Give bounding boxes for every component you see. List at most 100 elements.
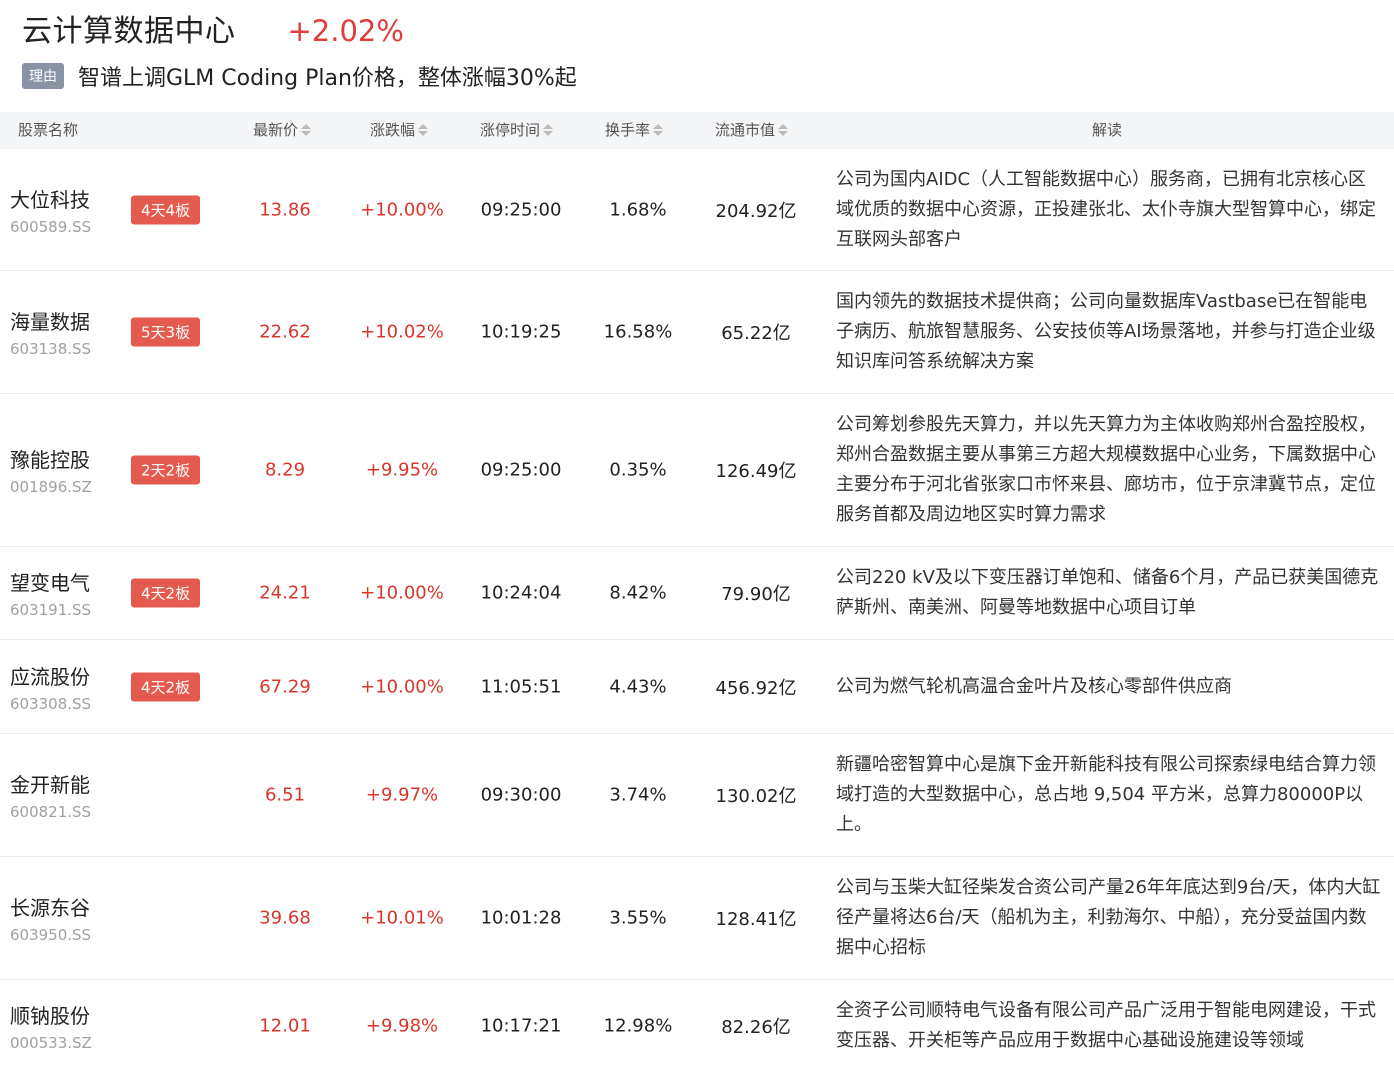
col-header-limit-time-label: 涨停时间 xyxy=(480,121,541,139)
change-percent: +10.00% xyxy=(360,199,444,220)
sort-icon[interactable] xyxy=(778,123,789,138)
reason-text: 智谱上调GLM Coding Plan价格，整体涨幅30%起 xyxy=(78,66,577,91)
limit-up-time: 09:25:00 xyxy=(480,199,562,220)
market-cap: 130.02亿 xyxy=(715,786,797,807)
table-row[interactable]: 长源东谷 603950.SS 39.68 +10.01% 10:01:28 3.… xyxy=(0,857,1394,980)
title-line: 云计算数据中心 +2.02% xyxy=(22,6,577,49)
stock-name[interactable]: 海量数据 xyxy=(10,306,91,335)
interpretation-text: 公司为燃气轮机高温合金叶片及核心零部件供应商 xyxy=(836,675,1232,697)
stock-name-cell[interactable]: 大位科技 600589.SS xyxy=(10,184,91,236)
streak-badge: 4天2板 xyxy=(131,672,201,701)
col-header-market-cap-label: 流通市值 xyxy=(715,121,776,139)
change-percent: +10.01% xyxy=(360,907,444,929)
change-percent: +9.97% xyxy=(365,784,439,806)
streak-badge: 2天2板 xyxy=(131,455,201,485)
market-cap: 65.22亿 xyxy=(721,323,791,344)
interpretation-text: 新疆哈密智算中心是旗下金开新能科技有限公司探索绿电结合算力领域打造的大型数据中心… xyxy=(836,754,1376,835)
stock-name-cell[interactable]: 顺钠股份 000533.SZ xyxy=(10,1000,92,1052)
latest-price: 8.29 xyxy=(264,459,306,481)
stock-code: 603138.SS xyxy=(10,340,92,358)
limit-up-time: 09:25:00 xyxy=(480,459,562,481)
stock-code: 603308.SS xyxy=(10,694,92,713)
stock-name-cell[interactable]: 望变电气 603191.SS xyxy=(10,567,91,619)
turnover-rate: 12.98% xyxy=(603,1015,673,1037)
stock-code: 600589.SS xyxy=(10,217,92,236)
stock-name-cell[interactable]: 金开新能 600821.SS xyxy=(10,769,91,821)
table-row[interactable]: 海量数据 603138.SS 5天3板 22.62 +10.02% 10:19:… xyxy=(0,271,1394,394)
stock-code: 600821.SS xyxy=(10,803,92,821)
reason-line: 理由 智谱上调GLM Coding Plan价格，整体涨幅30%起 xyxy=(22,60,577,92)
market-cap: 204.92亿 xyxy=(715,200,797,222)
reason-tag: 理由 xyxy=(22,63,64,89)
stock-name[interactable]: 金开新能 xyxy=(10,769,91,798)
stock-name[interactable]: 豫能控股 xyxy=(10,444,92,473)
col-header-change-label: 涨跌幅 xyxy=(370,121,416,139)
table-row[interactable]: 豫能控股 001896.SZ 2天2板 8.29 +9.95% 09:25:00… xyxy=(0,394,1394,547)
col-header-turnover-label: 换手率 xyxy=(605,121,651,139)
turnover-rate: 3.55% xyxy=(609,907,667,929)
market-cap: 82.26亿 xyxy=(721,1017,791,1038)
col-header-price-label: 最新价 xyxy=(253,121,299,139)
interpretation-text: 公司220 kV及以下变压器订单饱和、储备6个月，产品已获美国德克萨斯州、南美洲… xyxy=(836,567,1379,618)
table-row[interactable]: 应流股份 603308.SS 4天2板 67.29 +10.00% 11:05:… xyxy=(0,640,1394,734)
sort-icon[interactable] xyxy=(653,123,664,138)
latest-price: 67.29 xyxy=(259,676,311,697)
col-header-limit-time[interactable]: 涨停时间 xyxy=(480,112,554,149)
stock-code: 001896.SZ xyxy=(10,478,92,496)
col-header-market-cap[interactable]: 流通市值 xyxy=(715,112,789,149)
market-cap: 126.49亿 xyxy=(715,461,797,482)
sort-icon[interactable] xyxy=(301,123,312,138)
col-header-turnover[interactable]: 换手率 xyxy=(605,112,664,149)
table-row[interactable]: 望变电气 603191.SS 4天2板 24.21 +10.00% 10:24:… xyxy=(0,547,1394,640)
interpretation-text: 全资子公司顺特电气设备有限公司产品广泛用于智能电网建设，干式变压器、开关柜等产品… xyxy=(836,1000,1376,1051)
turnover-rate: 4.43% xyxy=(609,676,667,697)
col-header-interpretation: 解读 xyxy=(1092,112,1122,149)
stock-table: 大位科技 600589.SS 4天4板 13.86 +10.00% 09:25:… xyxy=(0,149,1394,1068)
sector-name: 云计算数据中心 xyxy=(22,14,236,49)
interpretation-text: 公司与玉柴大缸径柴发合资公司产量26年年底达到9台/天，体内大缸径产量将达6台/… xyxy=(836,877,1381,958)
streak-badge: 4天2板 xyxy=(131,578,201,608)
turnover-rate: 3.74% xyxy=(609,784,667,806)
table-row[interactable]: 顺钠股份 000533.SZ 12.01 +9.98% 10:17:21 12.… xyxy=(0,980,1394,1068)
stock-name[interactable]: 大位科技 xyxy=(10,184,91,213)
limit-up-time: 09:30:00 xyxy=(480,784,562,806)
col-header-price[interactable]: 最新价 xyxy=(253,112,312,149)
col-header-change[interactable]: 涨跌幅 xyxy=(370,112,429,149)
stock-name-cell[interactable]: 海量数据 603138.SS xyxy=(10,306,91,358)
stock-name-cell[interactable]: 长源东谷 603950.SS xyxy=(10,892,91,944)
col-header-name: 股票名称 xyxy=(18,112,78,149)
change-percent: +9.98% xyxy=(365,1015,439,1037)
col-header-interpretation-label: 解读 xyxy=(1092,121,1123,139)
table-row[interactable]: 大位科技 600589.SS 4天4板 13.86 +10.00% 09:25:… xyxy=(0,149,1394,271)
market-cap: 456.92亿 xyxy=(715,677,797,699)
sort-icon[interactable] xyxy=(543,123,554,138)
sort-icon[interactable] xyxy=(418,123,429,138)
sector-change: +2.02% xyxy=(287,14,404,48)
stock-name[interactable]: 望变电气 xyxy=(10,567,91,596)
sector-detail-page: 云计算数据中心 +2.02% 理由 智谱上调GLM Coding Plan价格，… xyxy=(0,0,1394,1068)
change-percent: +10.00% xyxy=(360,582,444,604)
turnover-rate: 8.42% xyxy=(609,582,667,604)
limit-up-time: 10:17:21 xyxy=(480,1015,562,1037)
stock-name[interactable]: 长源东谷 xyxy=(10,892,91,921)
stock-name-cell[interactable]: 豫能控股 001896.SZ xyxy=(10,444,92,496)
latest-price: 6.51 xyxy=(264,784,306,806)
limit-up-time: 11:05:51 xyxy=(480,676,562,697)
streak-badge: 4天4板 xyxy=(131,195,201,224)
interpretation-text: 国内领先的数据技术提供商；公司向量数据库Vastbase已在智能电子病历、航旅智… xyxy=(836,291,1376,372)
change-percent: +10.02% xyxy=(360,321,444,343)
stock-name[interactable]: 顺钠股份 xyxy=(10,1000,92,1029)
latest-price: 39.68 xyxy=(259,907,311,929)
latest-price: 13.86 xyxy=(259,199,311,220)
sector-header: 云计算数据中心 +2.02% 理由 智谱上调GLM Coding Plan价格，… xyxy=(22,6,577,92)
turnover-rate: 16.58% xyxy=(603,321,673,343)
stock-code: 603191.SS xyxy=(10,601,92,619)
stock-code: 603950.SS xyxy=(10,926,92,944)
stock-name-cell[interactable]: 应流股份 603308.SS xyxy=(10,661,91,713)
change-percent: +10.00% xyxy=(360,676,444,697)
stock-name[interactable]: 应流股份 xyxy=(10,661,91,690)
table-header: 股票名称 最新价 涨跌幅 涨停时间 换手率 流通市值 解读 xyxy=(0,112,1394,149)
turnover-rate: 0.35% xyxy=(609,459,667,481)
table-row[interactable]: 金开新能 600821.SS 6.51 +9.97% 09:30:00 3.74… xyxy=(0,734,1394,857)
latest-price: 12.01 xyxy=(259,1015,311,1037)
